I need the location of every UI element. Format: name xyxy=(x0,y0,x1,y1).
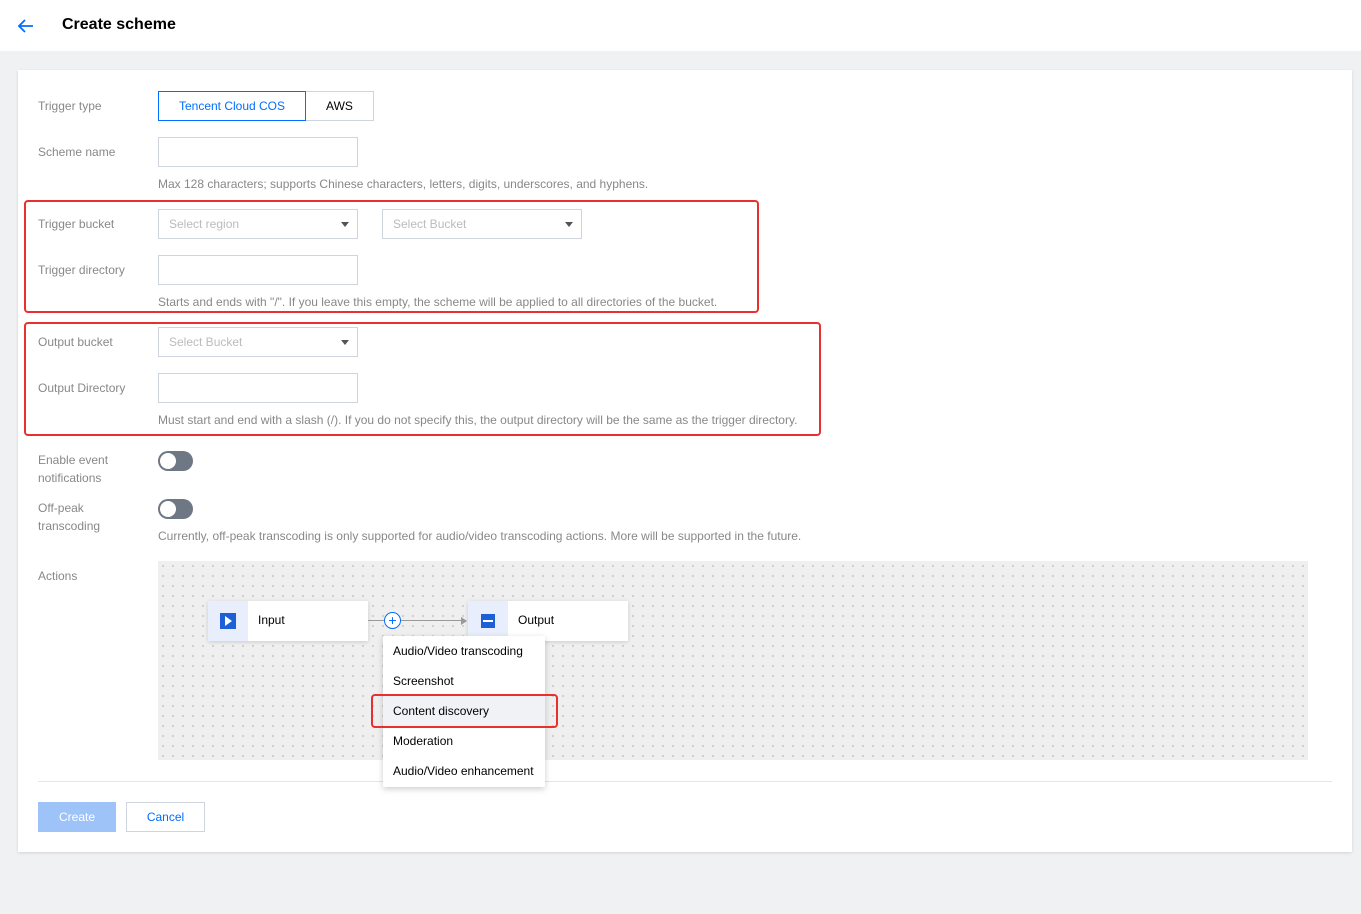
output-directory-input[interactable] xyxy=(158,373,358,403)
dropdown-caret-icon xyxy=(341,340,349,345)
trigger-directory-hint: Starts and ends with "/". If you leave t… xyxy=(158,295,718,309)
output-icon-box xyxy=(468,601,508,641)
connector-line xyxy=(368,620,466,621)
play-icon-box xyxy=(208,601,248,641)
scheme-name-input[interactable] xyxy=(158,137,358,167)
trigger-region-select[interactable]: Select region xyxy=(158,209,358,239)
input-node-label: Input xyxy=(258,613,285,627)
actions-canvas[interactable]: Input + Output xyxy=(158,561,1308,760)
menu-item-content-discovery[interactable]: Content discovery xyxy=(383,696,545,726)
create-button[interactable]: Create xyxy=(38,802,116,832)
trigger-bucket-label: Trigger bucket xyxy=(38,217,115,231)
trigger-directory-label: Trigger directory xyxy=(38,263,125,277)
offpeak-hint: Currently, off-peak transcoding is only … xyxy=(158,529,802,543)
offpeak-label: Off-peak transcoding xyxy=(38,499,100,535)
dropdown-caret-icon xyxy=(565,222,573,227)
toggle-knob xyxy=(160,453,176,469)
trigger-type-option-cos[interactable]: Tencent Cloud COS xyxy=(158,91,306,121)
trigger-region-placeholder: Select region xyxy=(169,217,240,231)
output-node-label: Output xyxy=(518,613,555,627)
top-bar: Create scheme xyxy=(0,0,1361,51)
output-icon xyxy=(481,614,495,628)
output-bucket-label: Output bucket xyxy=(38,335,113,349)
menu-item-av-enhancement[interactable]: Audio/Video enhancement xyxy=(383,756,545,786)
trigger-bucket-placeholder: Select Bucket xyxy=(393,217,467,231)
output-bucket-select[interactable]: Select Bucket xyxy=(158,327,358,357)
trigger-bucket-select[interactable]: Select Bucket xyxy=(382,209,582,239)
connector-arrowhead xyxy=(461,617,467,625)
event-notifications-label-line2: notifications xyxy=(38,471,102,485)
offpeak-label-line1: Off-peak xyxy=(38,501,84,515)
footer-divider xyxy=(38,781,1332,782)
trigger-type-label: Trigger type xyxy=(38,99,102,113)
menu-item-av-transcoding[interactable]: Audio/Video transcoding xyxy=(383,636,545,666)
form-card: Trigger type Tencent Cloud COS AWS Schem… xyxy=(18,70,1352,852)
actions-label: Actions xyxy=(38,569,78,583)
event-notifications-label: Enable event notifications xyxy=(38,451,108,487)
plus-icon[interactable]: + xyxy=(384,612,401,629)
scheme-name-hint: Max 128 characters; supports Chinese cha… xyxy=(158,177,649,191)
output-bucket-placeholder: Select Bucket xyxy=(169,335,243,349)
cancel-button[interactable]: Cancel xyxy=(126,802,205,832)
menu-item-screenshot[interactable]: Screenshot xyxy=(383,666,545,696)
input-node[interactable]: Input xyxy=(208,601,368,641)
offpeak-toggle[interactable] xyxy=(158,499,193,519)
add-action-menu: Audio/Video transcoding Screenshot Conte… xyxy=(383,636,545,787)
toggle-knob xyxy=(160,501,176,517)
play-icon xyxy=(220,613,236,629)
event-notifications-label-line1: Enable event xyxy=(38,453,109,467)
trigger-directory-input[interactable] xyxy=(158,255,358,285)
output-directory-hint: Must start and end with a slash (/). If … xyxy=(158,413,798,427)
menu-item-moderation[interactable]: Moderation xyxy=(383,726,545,756)
back-arrow-icon[interactable] xyxy=(16,16,36,36)
dropdown-caret-icon xyxy=(341,222,349,227)
trigger-type-option-aws[interactable]: AWS xyxy=(305,91,374,121)
event-notifications-toggle[interactable] xyxy=(158,451,193,471)
offpeak-label-line2: transcoding xyxy=(38,519,101,533)
scheme-name-label: Scheme name xyxy=(38,145,116,159)
output-directory-label: Output Directory xyxy=(38,381,126,395)
output-node[interactable]: Output xyxy=(468,601,628,641)
page-title: Create scheme xyxy=(62,16,176,33)
